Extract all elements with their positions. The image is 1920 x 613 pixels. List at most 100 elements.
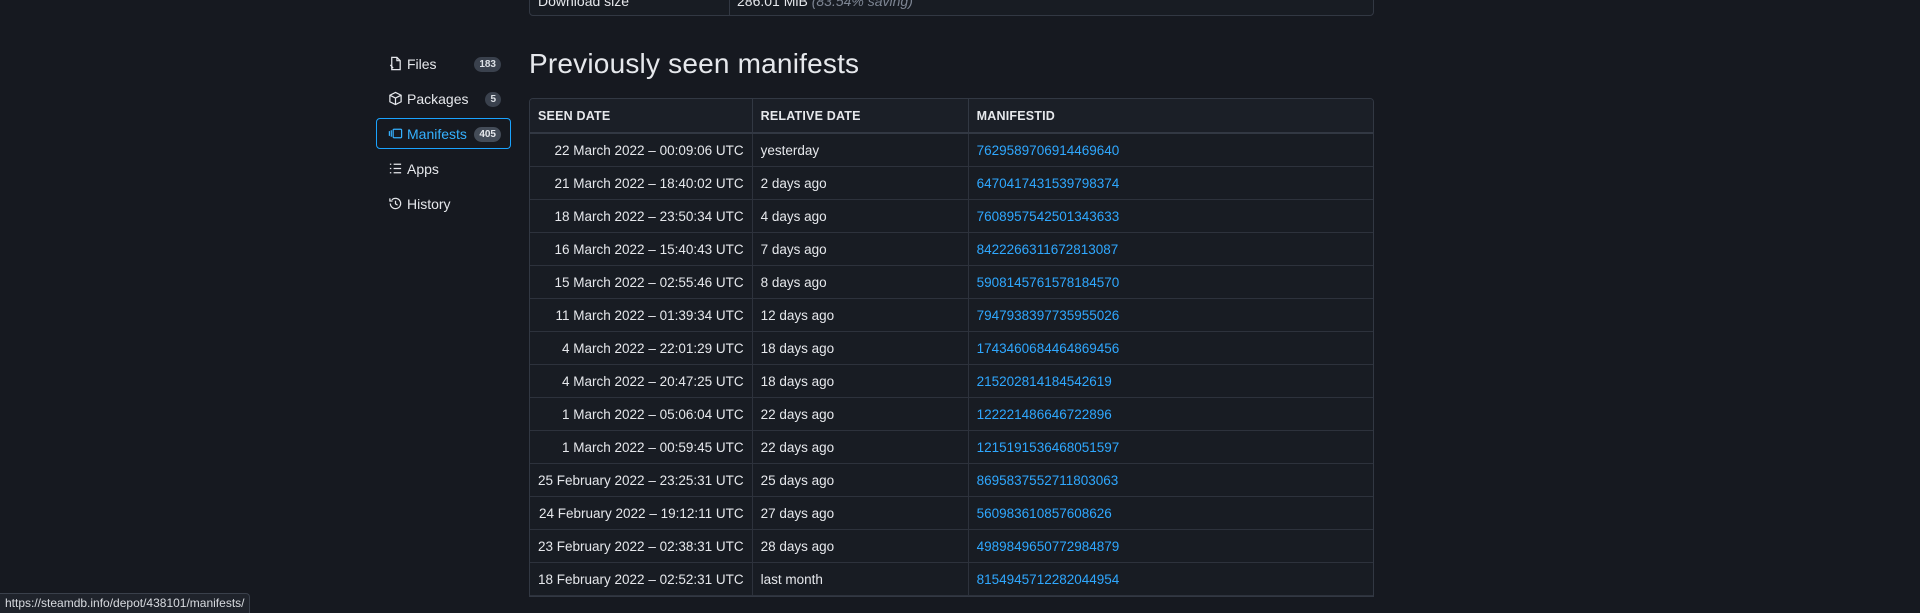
sidebar-item-label: Packages <box>407 90 469 107</box>
relative-date-cell: 25 days ago <box>752 463 969 497</box>
table-row: 25 February 2022 – 23:25:31 UTC 25 days a… <box>530 463 1373 497</box>
seen-date-cell: 1 March 2022 – 05:06:04 UTC <box>530 397 753 431</box>
status-bar-url: https://steamdb.info/depot/438101/manife… <box>0 593 251 613</box>
table-row: 1 March 2022 – 00:59:45 UTC 22 days ago 12… <box>530 430 1373 464</box>
relative-date-cell: 22 days ago <box>752 397 969 431</box>
manifestid-cell: 5908145761578184570 <box>968 265 1373 299</box>
seen-date-cell: 15 March 2022 – 02:55:46 UTC <box>530 265 753 299</box>
manifestid-cell: 4989849650772984879 <box>968 529 1373 563</box>
manifestid-link[interactable]: 8695837552711803063 <box>977 473 1119 488</box>
download-size-value: 286.01 MiB (83.54% saving) <box>737 0 913 15</box>
manifestid-cell: 7608957542501343633 <box>968 199 1373 233</box>
manifestid-link[interactable]: 7629589706914469640 <box>977 143 1120 158</box>
column-header-seen-date[interactable]: SEEN DATE <box>530 99 753 134</box>
manifestid-cell: 560983610857608626 <box>968 496 1373 530</box>
manifestid-cell: 7629589706914469640 <box>968 133 1373 167</box>
relative-date-cell: 2 days ago <box>752 166 969 200</box>
manifestid-cell: 215202814184542619 <box>968 364 1373 398</box>
manifestid-link[interactable]: 1215191536468051597 <box>977 440 1120 455</box>
download-size-label: Download size <box>538 0 630 9</box>
seen-date-cell: 23 February 2022 – 02:38:31 UTC <box>530 529 753 563</box>
relative-date-cell: last month <box>752 562 969 596</box>
manifestid-link[interactable]: 8422266311672813087 <box>977 242 1119 257</box>
column-header-manifestid[interactable]: MANIFESTID <box>968 99 1373 134</box>
manifestid-link[interactable]: 1743460684464869456 <box>977 341 1120 356</box>
table-row: 24 February 2022 – 19:12:11 UTC 27 days a… <box>530 496 1373 530</box>
page-title: Previously seen manifests <box>529 48 860 79</box>
history-icon <box>387 196 403 212</box>
table-row: 11 March 2022 – 01:39:34 UTC 12 days ago 7… <box>530 298 1373 332</box>
download-size-row: Download size 286.01 MiB (83.54% saving) <box>529 0 1374 16</box>
column-header-relative-date[interactable]: RELATIVE DATE <box>752 99 969 134</box>
manifestid-link[interactable]: 7947938397735955026 <box>977 308 1120 323</box>
manifestid-link[interactable]: 215202814184542619 <box>977 374 1112 389</box>
manifestid-link[interactable]: 7608957542501343633 <box>977 209 1120 224</box>
manifestid-link[interactable]: 122221486646722896 <box>977 407 1112 422</box>
manifests-table: SEEN DATE RELATIVE DATE MANIFESTID 22 Ma… <box>529 98 1374 597</box>
table-row: 23 February 2022 – 02:38:31 UTC 28 days a… <box>530 529 1373 563</box>
table-row: 18 March 2022 – 23:50:34 UTC 4 days ago 76… <box>530 199 1373 233</box>
seen-date-cell: 24 February 2022 – 19:12:11 UTC <box>530 496 753 530</box>
sidebar-item-label: History <box>407 195 451 212</box>
relative-date-cell: 22 days ago <box>752 430 969 464</box>
sidebar-item-packages[interactable]: Packages 5 <box>376 83 511 114</box>
relative-date-cell: 28 days ago <box>752 529 969 563</box>
table-body: 22 March 2022 – 00:09:06 UTC yesterday 762… <box>530 133 1373 596</box>
manifestid-link[interactable]: 560983610857608626 <box>977 506 1112 521</box>
seen-date-cell: 21 March 2022 – 18:40:02 UTC <box>530 166 753 200</box>
relative-date-cell: 7 days ago <box>752 232 969 266</box>
relative-date-cell: 18 days ago <box>752 331 969 365</box>
manifestid-link[interactable]: 6470417431539798374 <box>977 176 1120 191</box>
manifestid-cell: 1743460684464869456 <box>968 331 1373 365</box>
relative-date-cell: 8 days ago <box>752 265 969 299</box>
relative-date-cell: 18 days ago <box>752 364 969 398</box>
manifestid-link[interactable]: 8154945712282044954 <box>977 572 1120 587</box>
table-row: 4 March 2022 – 20:47:25 UTC 18 days ago 21… <box>530 364 1373 398</box>
depot-sidebar: Files 183 Packages 5 Manifests 405 Apps … <box>376 48 511 223</box>
manifestid-cell: 1215191536468051597 <box>968 430 1373 464</box>
sidebar-item-files[interactable]: Files 183 <box>376 48 511 79</box>
sidebar-item-manifests[interactable]: Manifests 405 <box>376 118 511 149</box>
count-badge: 405 <box>474 127 501 142</box>
divider <box>729 0 730 15</box>
sidebar-item-apps[interactable]: Apps <box>376 153 511 184</box>
manifest-icon <box>387 126 403 142</box>
table-row: 22 March 2022 – 00:09:06 UTC yesterday 762… <box>530 133 1373 167</box>
table-row: 15 March 2022 – 02:55:46 UTC 8 days ago 59… <box>530 265 1373 299</box>
sidebar-item-label: Files <box>407 55 437 72</box>
manifestid-cell: 8695837552711803063 <box>968 463 1373 497</box>
count-badge: 5 <box>485 92 501 107</box>
manifestid-cell: 8422266311672813087 <box>968 232 1373 266</box>
relative-date-cell: 12 days ago <box>752 298 969 332</box>
table-row: 16 March 2022 – 15:40:43 UTC 7 days ago 84… <box>530 232 1373 266</box>
table-row: 4 March 2022 – 22:01:29 UTC 18 days ago 17… <box>530 331 1373 365</box>
download-size-amount: 286.01 MiB <box>737 0 808 9</box>
package-icon <box>387 91 403 107</box>
manifestid-cell: 6470417431539798374 <box>968 166 1373 200</box>
table-row: 21 March 2022 – 18:40:02 UTC 2 days ago 64… <box>530 166 1373 200</box>
table-row: 1 March 2022 – 05:06:04 UTC 22 days ago 12… <box>530 397 1373 431</box>
seen-date-cell: 11 March 2022 – 01:39:34 UTC <box>530 298 753 332</box>
relative-date-cell: 27 days ago <box>752 496 969 530</box>
manifestid-cell: 7947938397735955026 <box>968 298 1373 332</box>
count-badge: 183 <box>474 57 501 72</box>
relative-date-cell: yesterday <box>752 133 969 167</box>
sidebar-item-history[interactable]: History <box>376 188 511 219</box>
seen-date-cell: 25 February 2022 – 23:25:31 UTC <box>530 463 753 497</box>
file-icon <box>387 56 403 72</box>
download-size-saving: (83.54% saving) <box>811 0 913 9</box>
manifestid-cell: 8154945712282044954 <box>968 562 1373 596</box>
relative-date-cell: 4 days ago <box>752 199 969 233</box>
manifestid-link[interactable]: 5908145761578184570 <box>977 275 1120 290</box>
table-header-row: SEEN DATE RELATIVE DATE MANIFESTID <box>530 99 1373 134</box>
seen-date-cell: 18 March 2022 – 23:50:34 UTC <box>530 199 753 233</box>
manifestid-link[interactable]: 4989849650772984879 <box>977 539 1120 554</box>
seen-date-cell: 4 March 2022 – 22:01:29 UTC <box>530 331 753 365</box>
list-icon <box>387 161 403 177</box>
seen-date-cell: 1 March 2022 – 00:59:45 UTC <box>530 430 753 464</box>
seen-date-cell: 22 March 2022 – 00:09:06 UTC <box>530 133 753 167</box>
seen-date-cell: 18 February 2022 – 02:52:31 UTC <box>530 562 753 596</box>
manifestid-cell: 122221486646722896 <box>968 397 1373 431</box>
seen-date-cell: 16 March 2022 – 15:40:43 UTC <box>530 232 753 266</box>
sidebar-item-label: Apps <box>407 160 439 177</box>
